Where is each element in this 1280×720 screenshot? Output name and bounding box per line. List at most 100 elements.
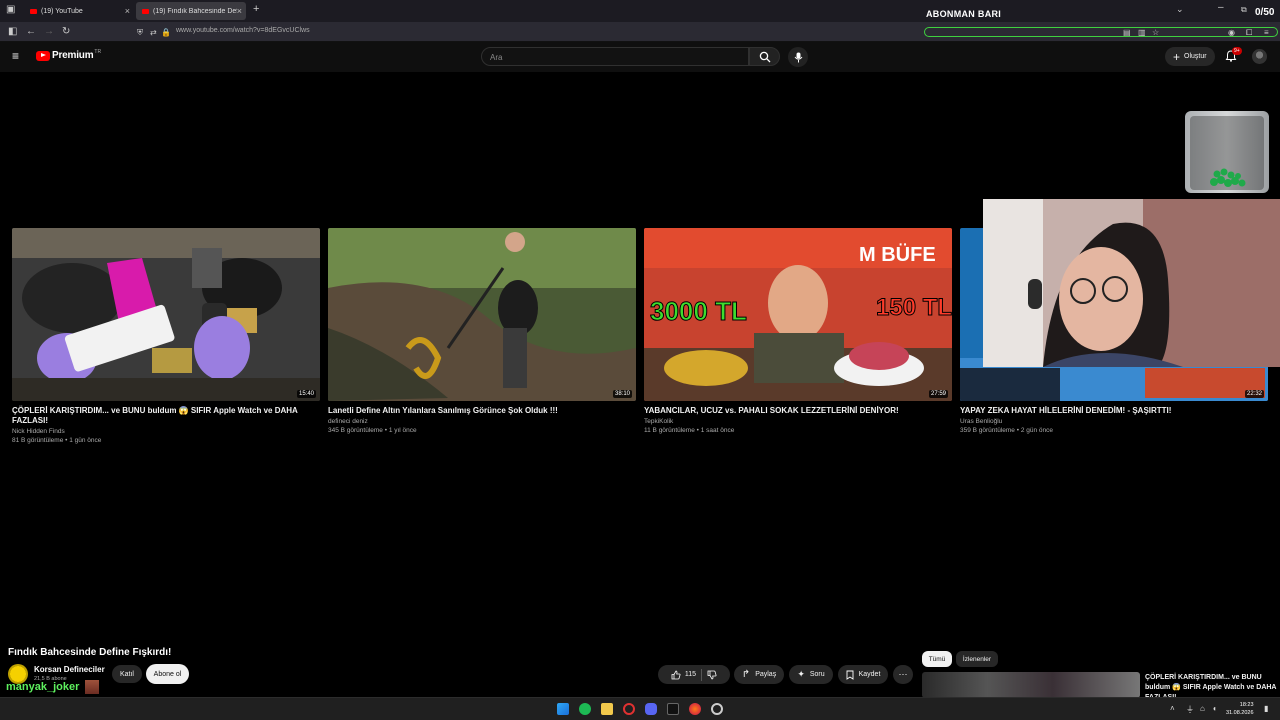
video-duration: 22:32: [1244, 390, 1264, 398]
voice-search-button[interactable]: [788, 47, 808, 67]
network-icon[interactable]: ⌂: [1200, 704, 1205, 713]
webcam-overlay: [983, 199, 1280, 367]
video-meta: 359 B görüntüleme • 2 gün önce: [960, 427, 1053, 434]
chip-watched[interactable]: İzlenenler: [956, 651, 998, 667]
sidebar-video-thumbnail[interactable]: [922, 672, 1140, 698]
share-label: Paylaş: [755, 671, 777, 678]
sidebar-toggle-icon[interactable]: ▣: [6, 4, 15, 16]
create-button[interactable]: + Oluştur: [1165, 47, 1215, 66]
video-title[interactable]: ÇÖPLERİ KARIŞTIRDIM... ve BUNU buldum 😱 …: [12, 406, 320, 426]
create-label: Oluştur: [1184, 53, 1207, 60]
youtube-favicon-icon: [142, 8, 149, 14]
video-duration: 15:40: [296, 390, 316, 398]
video-card[interactable]: 38:10 Lanetli Define Altın Yılanlara San…: [328, 228, 636, 435]
microphone-icon: [794, 52, 802, 62]
video-duration: 27:59: [928, 390, 948, 398]
youtube-favicon-icon: [30, 8, 37, 14]
tab-current-video[interactable]: (19) Fındık Bahcesinde Define F ×: [136, 2, 246, 20]
thumbs-up-icon: [671, 670, 681, 679]
thumb-price-right: 150 TL: [876, 294, 952, 321]
channel-name[interactable]: TepkiKolik: [644, 417, 952, 426]
permissions-icon[interactable]: ⇄: [150, 27, 157, 39]
reload-icon[interactable]: ↻: [62, 26, 70, 38]
shield-icon[interactable]: ⛨: [137, 27, 143, 39]
windows-start-icon[interactable]: [557, 703, 569, 715]
share-button[interactable]: ↱ Paylaş: [734, 665, 784, 684]
video-meta: 345 B görüntüleme • 1 yıl önce: [328, 427, 417, 434]
join-button[interactable]: Katıl: [112, 665, 142, 683]
file-explorer-icon[interactable]: [601, 703, 613, 715]
video-title-main: Fındık Bahcesinde Define Fışkırdı!: [8, 647, 172, 658]
sidebar-icon[interactable]: ◧: [8, 26, 17, 38]
search-icon: [759, 51, 770, 62]
search-button[interactable]: [749, 47, 780, 66]
volume-icon[interactable]: ◖: [1212, 704, 1217, 713]
chip-all[interactable]: Tümü: [922, 651, 952, 667]
clock-time: 18:23: [1239, 702, 1254, 708]
clock-date: 31.08.2026: [1226, 710, 1254, 716]
webcam-image: [983, 199, 1280, 367]
ask-label: Soru: [809, 671, 825, 678]
more-horizontal-icon: ⋯: [898, 669, 908, 679]
close-icon[interactable]: ×: [237, 6, 242, 16]
thumbnail-image: [328, 228, 636, 401]
video-title[interactable]: YAPAY ZEKA HAYAT HİLELERİNİ DENEDİM! - Ş…: [960, 406, 1268, 416]
url-bar[interactable]: www.youtube.com/watch?v=8dEGvcUClws: [176, 27, 310, 34]
subscriber-jar-image: [1185, 111, 1269, 193]
share-icon: ↱: [741, 669, 751, 680]
youtube-logo[interactable]: Premium TR: [36, 49, 101, 61]
youtube-play-icon: [36, 50, 50, 61]
video-meta: 11 B görüntüleme • 1 saat önce: [644, 427, 735, 434]
notification-count-badge: 9+: [1232, 47, 1242, 55]
browser-tab-bar: ▣ (19) YouTube × (19) Fındık Bahcesinde …: [0, 0, 1280, 22]
abonman-progress-bar: [924, 27, 1278, 37]
lock-icon[interactable]: 🔒: [161, 27, 171, 39]
video-duration: 38:10: [612, 390, 632, 398]
chevron-up-icon[interactable]: ˄: [1170, 704, 1175, 713]
more-actions-button[interactable]: ⋯: [893, 665, 913, 684]
hamburger-menu-icon[interactable]: ≡: [12, 50, 19, 62]
terminal-icon[interactable]: [667, 703, 679, 715]
thumb-price-left: 3000 TL: [650, 296, 747, 326]
spotify-icon[interactable]: [579, 703, 591, 715]
windows-taskbar: ˄ ⏚ ⌂ ◖ 18:23 31.08.2026 ▮: [0, 697, 1280, 720]
usb-icon[interactable]: ⏚: [1186, 704, 1194, 715]
thumbnail-image: [12, 228, 320, 401]
thumbs-down-icon[interactable]: [707, 670, 717, 680]
video-card[interactable]: M BÜFE 3000 TL 150 TL 27:59 YABANCILAR, …: [644, 228, 952, 435]
like-dislike-group: 115: [658, 665, 730, 684]
search-input[interactable]: Ara: [481, 47, 749, 66]
user-avatar[interactable]: [1252, 49, 1267, 64]
video-thumbnail[interactable]: 15:40: [12, 228, 320, 401]
like-button[interactable]: 115: [671, 670, 696, 680]
video-title[interactable]: Lanetli Define Altın Yılanlara Sanılmış …: [328, 406, 636, 416]
video-thumbnail[interactable]: 38:10: [328, 228, 636, 401]
minimize-icon[interactable]: –: [1218, 2, 1224, 14]
opera-icon[interactable]: [623, 703, 635, 715]
video-thumbnail[interactable]: M BÜFE 3000 TL 150 TL 27:59: [644, 228, 952, 401]
tab-youtube[interactable]: (19) YouTube ×: [24, 2, 134, 20]
forward-icon[interactable]: →: [44, 26, 54, 38]
channel-name[interactable]: Nick Hidden Finds: [12, 427, 320, 436]
logo-text: Premium: [52, 50, 94, 61]
close-icon[interactable]: ×: [125, 6, 130, 16]
subscribe-button[interactable]: Abone ol: [146, 664, 189, 684]
notifications-icon[interactable]: ▮: [1264, 704, 1268, 713]
channel-name-main[interactable]: Korsan Defineciler: [34, 665, 105, 674]
plus-icon: +: [1173, 49, 1181, 64]
restore-icon[interactable]: ⧉: [1241, 4, 1247, 16]
video-title[interactable]: YABANCILAR, UCUZ vs. PAHALI SOKAK LEZZET…: [644, 406, 952, 416]
channel-name[interactable]: Uras Benlioğlu: [960, 417, 1268, 426]
ask-button[interactable]: ✦ Soru: [789, 665, 833, 684]
back-icon[interactable]: ←: [26, 26, 36, 38]
taskbar-clock[interactable]: 18:23 31.08.2026: [1226, 701, 1254, 717]
channel-name[interactable]: defineci deniz: [328, 417, 636, 426]
firefox-icon[interactable]: [689, 703, 701, 715]
save-button[interactable]: Kaydet: [838, 665, 888, 684]
new-tab-button[interactable]: +: [253, 3, 259, 15]
chevron-down-icon[interactable]: ⌄: [1176, 3, 1184, 15]
discord-icon[interactable]: [645, 703, 657, 715]
chat-username: manyak_joker: [6, 681, 80, 693]
obs-icon[interactable]: [711, 703, 723, 715]
video-card[interactable]: 15:40 ÇÖPLERİ KARIŞTIRDIM... ve BUNU bul…: [12, 228, 320, 445]
